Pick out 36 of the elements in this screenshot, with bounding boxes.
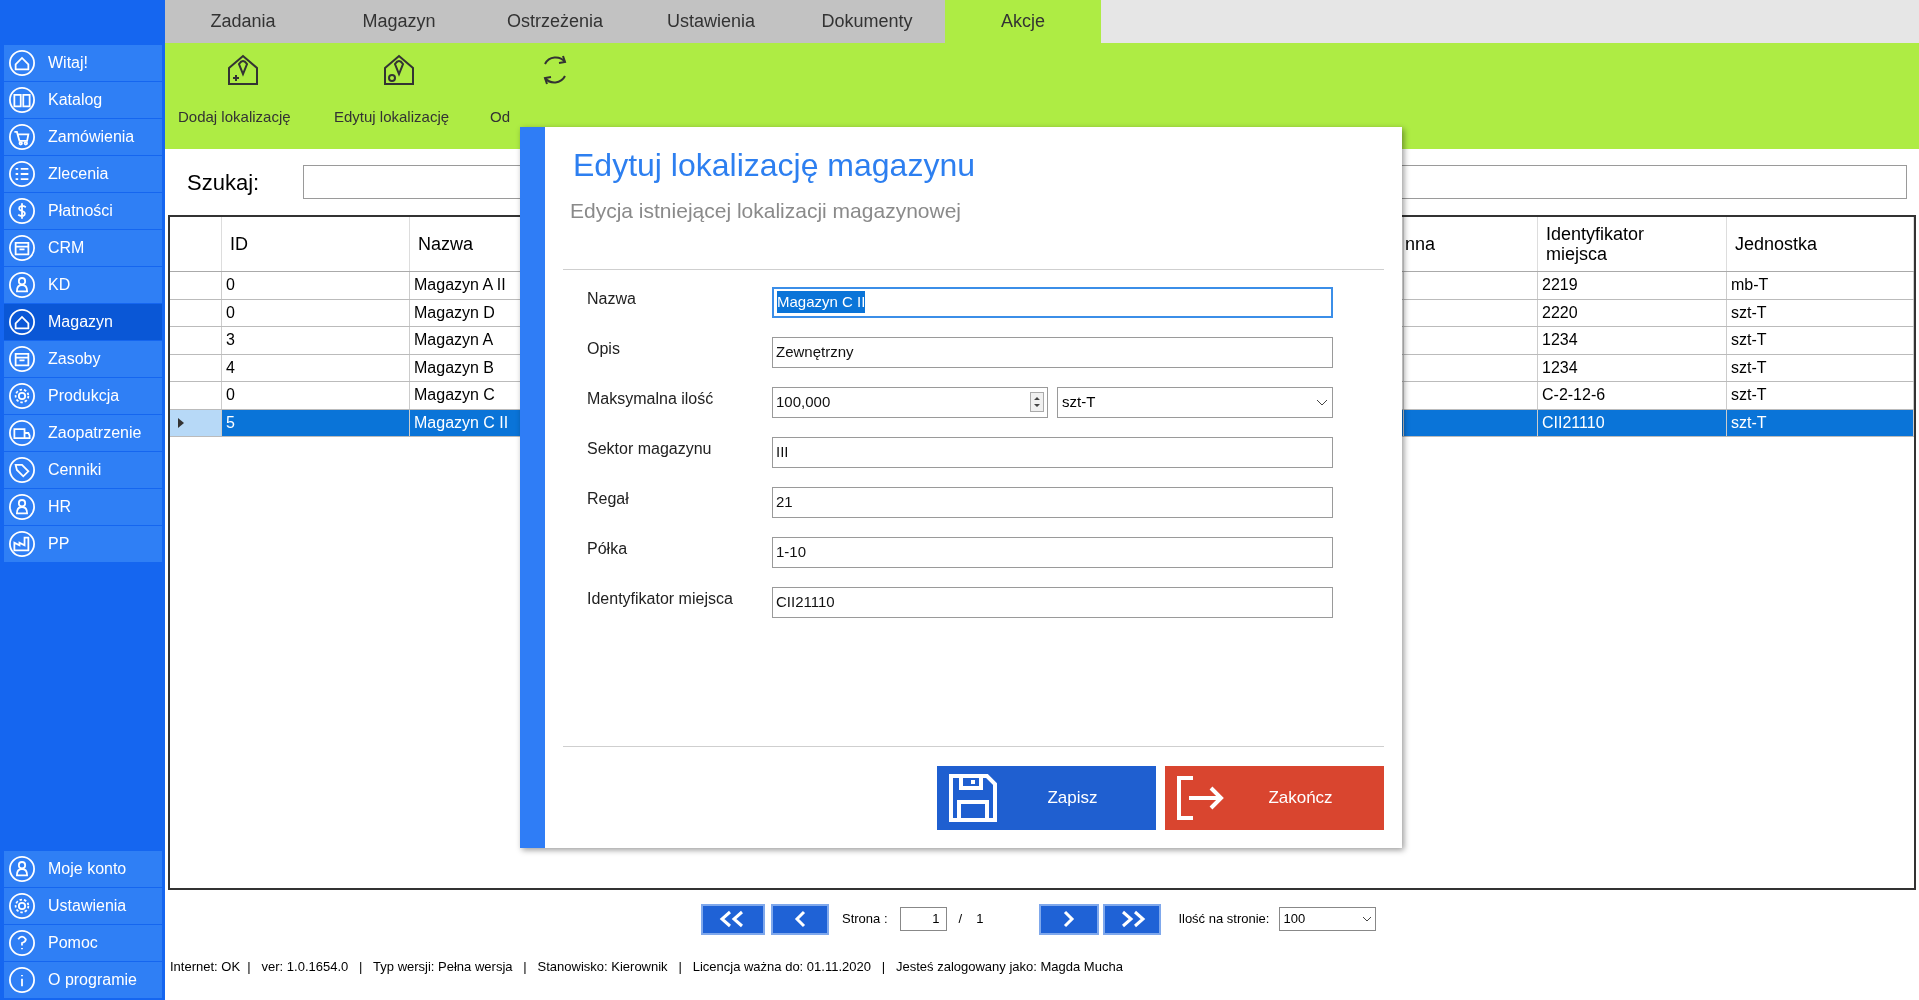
field-label: Regał (587, 488, 630, 509)
table-cell: 3 (222, 327, 410, 354)
search-label: Szukaj: (187, 168, 260, 197)
page-total: 1 (976, 910, 984, 929)
table-cell: szt-T (1727, 382, 1914, 409)
table-cell: szt-T (1727, 299, 1914, 326)
table-cell: 2219 (1538, 272, 1727, 299)
table-cell: szt-T (1727, 354, 1914, 381)
table-cell: C-2-12-6 (1538, 382, 1727, 409)
page-label: Strona : (842, 910, 888, 929)
table-cell: mb-T (1727, 272, 1914, 299)
status-bar-text: Internet: OK | ver: 1.0.1654.0 | Typ wersji: Pełna wersja | Stanowisko: Kierownik | Licencja ważna do: 01.11.2020 | Jesteś zalogowany jako: Magda Mucha (170, 958, 1123, 977)
dialog-subtitle: Edycja istniejącej lokalizacji magazynowej (570, 198, 962, 224)
table-cell: szt-T (1727, 409, 1914, 436)
column-header: Nazwa (417, 234, 475, 254)
per-page-label: Ilość na stronie: (1178, 910, 1270, 929)
page-separator: / (958, 910, 963, 929)
table-cell: 5 (222, 409, 410, 436)
table-cell: 0 (222, 299, 410, 326)
column-header: ID (229, 234, 249, 254)
field-label: Maksymalna ilość (587, 388, 715, 409)
table-cell: 0 (222, 272, 410, 299)
table-cell: CII21110 (1538, 409, 1727, 436)
column-header: nna (1404, 234, 1436, 254)
column-header: Jednostka (1734, 234, 1819, 254)
field-label: Identyfikator miejsca (587, 588, 734, 609)
table-cell: 1234 (1538, 327, 1727, 354)
dialog-title: Edytuj lokalizację magazynu (573, 146, 976, 185)
table-cell: 4 (222, 354, 410, 381)
field-label: Sektor magazynu (587, 438, 713, 459)
column-header: Identyfikator miejsca (1545, 224, 1646, 264)
table-cell: szt-T (1727, 327, 1914, 354)
table-cell: 1234 (1538, 354, 1727, 381)
table-cell: 0 (222, 382, 410, 409)
field-label: Półka (587, 538, 629, 559)
table-cell: 2220 (1538, 299, 1727, 326)
